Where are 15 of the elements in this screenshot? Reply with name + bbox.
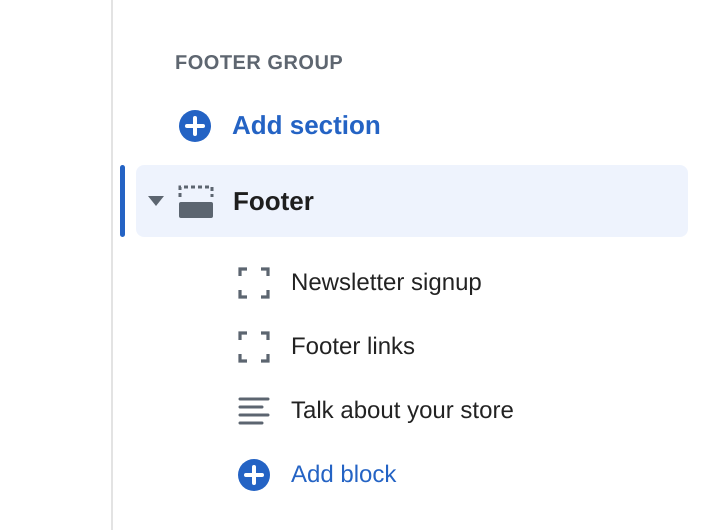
add-section-link[interactable]: Add section <box>179 106 381 145</box>
add-icon <box>179 110 211 142</box>
dashed-frame-icon <box>238 331 270 363</box>
block-item[interactable]: Talk about your store <box>238 379 714 443</box>
group-heading: FOOTER GROUP <box>175 51 344 76</box>
add-block-link[interactable]: Add block <box>238 443 396 507</box>
block-item[interactable]: Newsletter signup <box>238 251 714 315</box>
section-row[interactable]: Footer <box>136 165 688 237</box>
dashed-frame-icon <box>238 267 270 299</box>
block-item[interactable]: Footer links <box>238 315 714 379</box>
add-icon <box>238 459 270 491</box>
text-lines-icon <box>238 397 270 425</box>
section-label: Footer <box>233 184 314 218</box>
caret-icon[interactable] <box>148 195 164 207</box>
section-icon <box>178 183 214 219</box>
